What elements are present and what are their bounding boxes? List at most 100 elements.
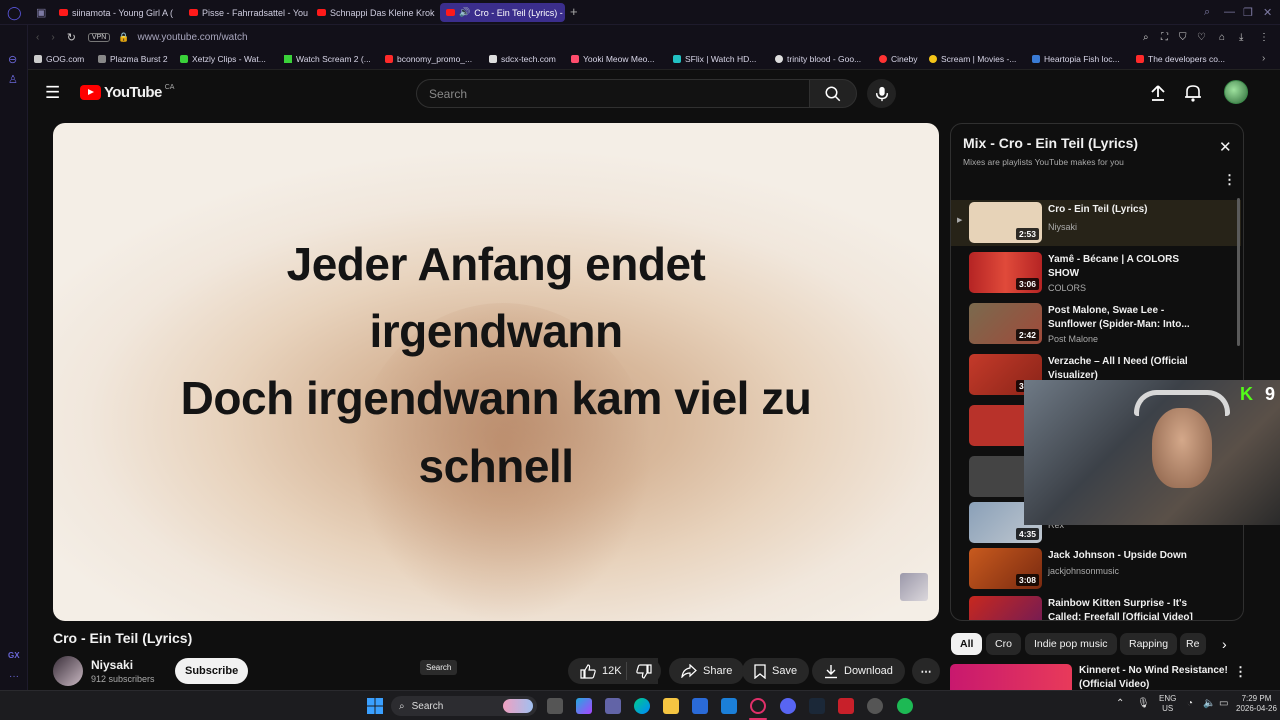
chip-cro[interactable]: Cro <box>986 633 1021 655</box>
microphone-tray-icon[interactable]: 🎙 <box>1137 698 1150 709</box>
search-input[interactable]: Search <box>416 79 810 108</box>
spotify-icon[interactable] <box>897 698 913 714</box>
vpn-badge[interactable]: VPN <box>87 33 111 42</box>
channel-name[interactable]: Niysaki <box>91 658 133 672</box>
bookmark-cineby[interactable]: Cineby <box>879 54 917 64</box>
bookmark-sflix[interactable]: SFlix | Watch HD... <box>673 54 756 64</box>
mix-menu-icon[interactable]: ⋮ <box>1223 172 1236 188</box>
opera-logo-icon[interactable]: ◯ <box>7 5 22 21</box>
search-button[interactable] <box>809 79 857 108</box>
sidebar-home-icon[interactable]: ⊖ <box>8 53 17 66</box>
opera-gx-icon[interactable] <box>750 698 766 714</box>
chip-rapping[interactable]: Rapping <box>1120 633 1178 655</box>
upload-icon[interactable] <box>1149 84 1167 102</box>
maximize-icon[interactable]: ❐ <box>1243 6 1253 19</box>
app-icon[interactable] <box>838 698 854 714</box>
discord-icon[interactable] <box>780 698 796 714</box>
tab-schnappi[interactable]: Schnappi Das Kleine Krok <box>311 3 437 22</box>
tab-menu-icon[interactable]: ▣ <box>36 6 46 19</box>
share-button[interactable]: Share <box>669 658 745 684</box>
task-view-icon[interactable] <box>547 698 563 714</box>
video-player[interactable]: Jeder Anfang endet irgendwann Doch irgen… <box>53 123 939 621</box>
language-indicator[interactable]: ENG US <box>1159 694 1176 714</box>
channel-avatar[interactable] <box>53 656 83 686</box>
url-field[interactable]: www.youtube.com/watch <box>138 32 248 43</box>
up-next-thumbnail[interactable] <box>950 664 1072 690</box>
more-actions-button[interactable]: ⋯ <box>912 658 940 684</box>
download-icon[interactable]: ⤓ <box>1239 32 1243 43</box>
youtube-logo[interactable]: YouTube CA <box>80 84 174 101</box>
sidebar-more-icon[interactable]: ··· <box>9 671 19 682</box>
heart-icon[interactable]: ♡ <box>1197 32 1206 43</box>
copilot-icon[interactable] <box>576 698 592 714</box>
windows-start-icon[interactable] <box>367 698 383 714</box>
file-explorer-icon[interactable] <box>663 698 679 714</box>
bookmark-scream[interactable]: Scream | Movies -... <box>929 54 1016 64</box>
playlist-item[interactable]: 2:42 Post Malone, Swae Lee - Sunflower (… <box>951 301 1241 347</box>
save-button[interactable]: Save <box>742 658 810 684</box>
tab-cro-active[interactable]: 🔊 Cro - Ein Teil (Lyrics) - <box>440 3 565 22</box>
kick-logo-icon: K <box>1240 384 1253 404</box>
sidebar-social-icon[interactable]: ♙ <box>8 73 18 86</box>
voice-search-button[interactable] <box>867 79 896 108</box>
app-icon[interactable] <box>867 698 883 714</box>
volume-icon[interactable]: 🔈 <box>1203 698 1215 709</box>
youtube-play-logo-icon <box>80 85 101 100</box>
wifi-icon[interactable]: ◔ <box>1187 698 1193 709</box>
teams-icon[interactable] <box>605 698 621 714</box>
up-next-menu-icon[interactable]: ⋮ <box>1234 664 1247 680</box>
gx-icon[interactable]: GX <box>8 651 20 660</box>
chip-all[interactable]: All <box>951 633 983 655</box>
bookmark-yooki[interactable]: Yooki Meow Meo... <box>571 54 655 64</box>
back-icon[interactable]: ‹ <box>36 32 39 43</box>
playlist-item[interactable]: Rainbow Kitten Surprise - It's Called: F… <box>951 594 1241 620</box>
search-tabs-icon[interactable]: ⌕ <box>1204 6 1210 19</box>
wallet-icon[interactable]: ⌂ <box>1219 32 1225 43</box>
bookmark-gog[interactable]: GOG.com <box>34 54 84 64</box>
bookmarks-more-icon[interactable]: › <box>1262 53 1265 64</box>
playlist-item[interactable]: 3:08 Jack Johnson - Upside Down jackjohn… <box>951 546 1241 592</box>
channel-watermark[interactable] <box>900 573 928 601</box>
playlist-item[interactable]: 3:06 Yamê - Bécane | A COLORS SHOW COLOR… <box>951 250 1241 296</box>
edge-icon[interactable] <box>634 698 650 714</box>
screenshot-icon[interactable]: ⛶ <box>1161 32 1168 43</box>
tab-pisse[interactable]: Pisse - Fahrradsattel - You <box>183 3 309 22</box>
chip-indie-pop[interactable]: Indie pop music <box>1025 633 1117 655</box>
forward-icon[interactable]: › <box>51 32 54 43</box>
bookmark-xetzly[interactable]: Xetzly Clips - Wat... <box>180 54 266 64</box>
mail-icon[interactable] <box>721 698 737 714</box>
shield-icon[interactable]: ⛉ <box>1179 32 1187 43</box>
chip-more[interactable]: Re <box>1180 633 1206 655</box>
subscribe-button[interactable]: Subscribe <box>175 658 249 684</box>
close-window-icon[interactable]: ✕ <box>1263 6 1272 19</box>
bookmark-heartopia[interactable]: Heartopia Fish loc... <box>1032 54 1120 64</box>
minimize-icon[interactable]: — <box>1224 6 1235 18</box>
download-button[interactable]: Download <box>812 658 905 684</box>
hamburger-menu-icon[interactable]: ☰ <box>45 83 60 103</box>
bookmark-scream2[interactable]: Watch Scream 2 (... <box>284 54 371 64</box>
tray-overflow-icon[interactable]: ⌃ <box>1116 698 1124 709</box>
bookmark-trinity[interactable]: trinity blood - Goo... <box>775 54 861 64</box>
taskbar-search[interactable]: ⌕ Search <box>391 696 537 716</box>
chips-next-icon[interactable]: › <box>1222 636 1227 652</box>
dislike-button[interactable] <box>627 658 661 684</box>
avatar[interactable] <box>1224 80 1248 104</box>
tab-siinamota[interactable]: siinamota - Young Girl A ( <box>53 3 179 22</box>
mix-scrollbar[interactable] <box>1237 198 1240 346</box>
bookmark-sdcx[interactable]: sdcx-tech.com <box>489 54 556 64</box>
battery-icon[interactable]: ▭ <box>1219 698 1228 709</box>
zoom-icon[interactable]: ⌕ <box>1143 32 1149 43</box>
steam-icon[interactable] <box>809 698 825 714</box>
bookmark-bconomy[interactable]: bconomy_promo_... <box>385 54 472 64</box>
new-tab-button[interactable]: + <box>570 4 578 19</box>
bookmark-plazma[interactable]: Plazma Burst 2 <box>98 54 168 64</box>
bookmark-developers[interactable]: The developers co... <box>1136 54 1225 64</box>
clock[interactable]: 7:29 PM 2026-04-26 <box>1236 694 1277 714</box>
up-next-title[interactable]: Kinneret - No Wind Resistance! (Official… <box>1079 664 1229 692</box>
menu-icon[interactable]: ⋮ <box>1259 32 1269 43</box>
close-mix-button[interactable]: ✕ <box>1219 138 1232 156</box>
playlist-item[interactable]: ▶ 2:53 Cro - Ein Teil (Lyrics) Niysaki <box>951 200 1241 246</box>
notifications-bell-icon[interactable] <box>1184 83 1202 102</box>
store-icon[interactable] <box>692 698 708 714</box>
reload-icon[interactable]: ↻ <box>67 31 76 44</box>
